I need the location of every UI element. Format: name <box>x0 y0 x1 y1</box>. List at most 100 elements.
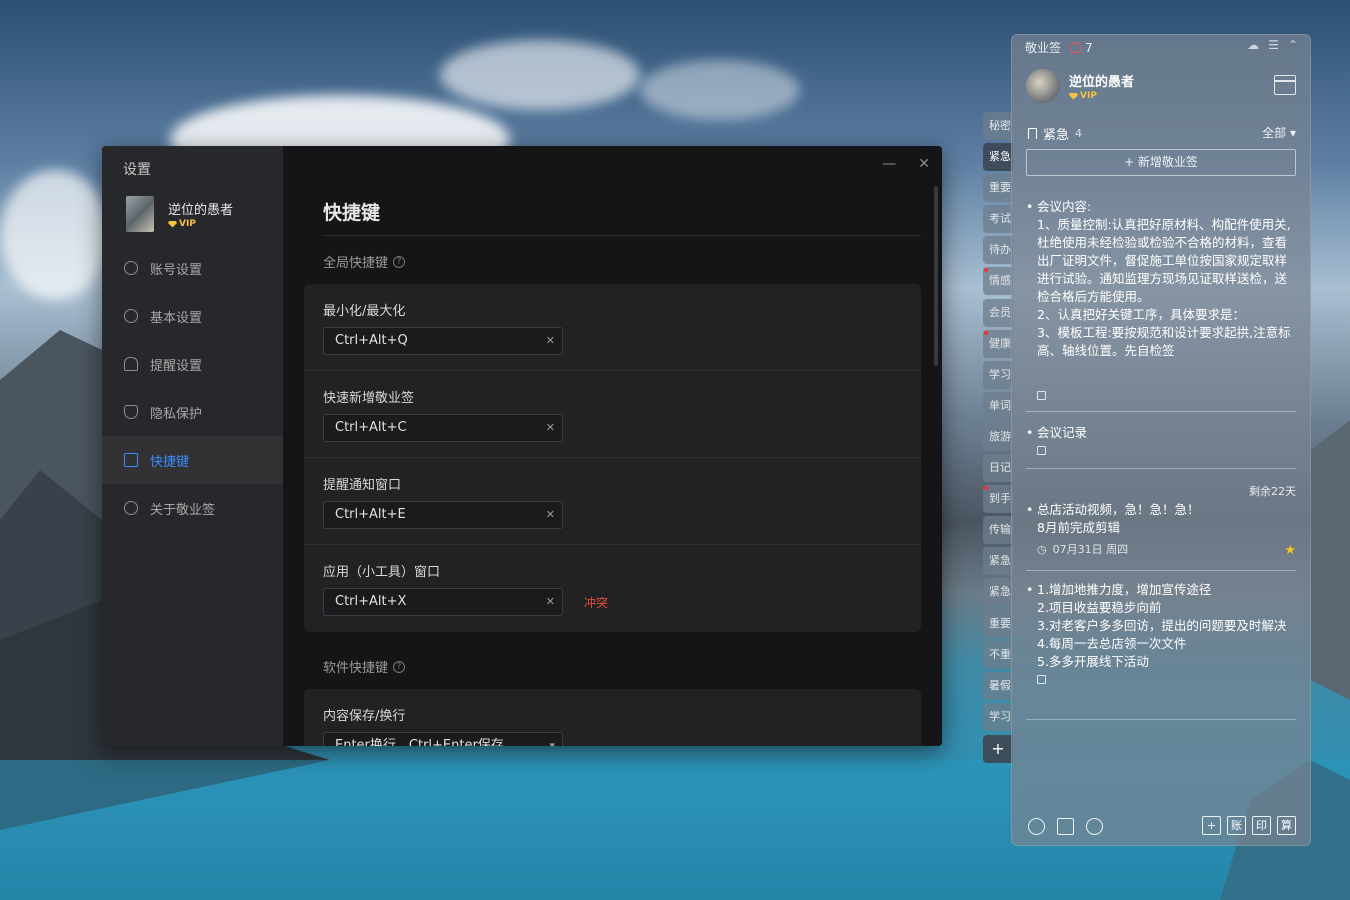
title-divider <box>323 235 921 236</box>
minimize-button[interactable]: — <box>882 156 896 172</box>
shortcut-value: Ctrl+Alt+Q <box>335 333 408 348</box>
ledger-button[interactable]: 账 <box>1227 816 1246 835</box>
nav-item-basic[interactable]: 基本设置 <box>102 292 283 340</box>
category-tab[interactable]: 紧急 <box>983 578 1013 607</box>
shortcut-label: 最小化/最大化 <box>323 304 406 319</box>
help-icon[interactable]: ? <box>393 660 406 673</box>
software-shortcuts-heading: 软件快捷键 ? <box>323 657 406 676</box>
category-tab[interactable]: 学习 <box>983 360 1013 389</box>
help-icon[interactable]: ? <box>393 255 406 268</box>
shortcut-input[interactable]: Ctrl+Alt+X ✕ <box>323 588 563 616</box>
collapse-icon[interactable]: ⌃ <box>1288 38 1298 52</box>
clear-icon[interactable]: ✕ <box>546 589 555 615</box>
shortcut-row: 最小化/最大化 Ctrl+Alt+Q ✕ <box>304 284 921 371</box>
shortcut-label: 应用（小工具）窗口 <box>323 565 441 580</box>
calendar-icon[interactable] <box>1274 75 1296 95</box>
add-tool-button[interactable]: + <box>1202 816 1221 835</box>
category-tab-label: 单词 <box>989 398 1011 412</box>
nav-label: 账号设置 <box>150 262 203 278</box>
clear-icon[interactable]: ✕ <box>546 415 555 441</box>
settings-window: 设置 逆位的愚者 VIP 账号设置 基本设置 提醒设置 隐私保护 快捷键 关于敬… <box>102 146 942 746</box>
lock-icon <box>1037 391 1046 400</box>
cloud-icon[interactable]: ☁ <box>1247 38 1259 52</box>
checklist-icon[interactable] <box>1057 818 1074 835</box>
category-tab[interactable]: 考试 <box>983 205 1013 234</box>
category-tab[interactable]: 到手 <box>983 485 1013 514</box>
note-divider <box>1026 570 1296 571</box>
notes-panel: 敬业签 7 ☁ ☰ ⌃ 逆位的愚者 VIP 紧急 4 全部 ▾ + 新增敬业签 … <box>1011 34 1311 846</box>
menu-icon[interactable]: ☰ <box>1268 38 1279 52</box>
nav-label: 提醒设置 <box>150 358 203 374</box>
category-tab[interactable]: 待办 <box>983 236 1013 265</box>
category-tab[interactable]: 重要 <box>983 174 1013 203</box>
nav-item-shortcuts[interactable]: 快捷键 <box>102 436 283 484</box>
nav-item-account[interactable]: 账号设置 <box>102 244 283 292</box>
category-tab[interactable]: 传输 <box>983 516 1013 545</box>
star-icon[interactable]: ★ <box>1284 543 1296 558</box>
shortcut-input[interactable]: Ctrl+Alt+C ✕ <box>323 414 563 442</box>
category-tab[interactable]: 日记 <box>983 454 1013 483</box>
category-tab-label: 秘密 <box>989 119 1011 132</box>
note-item[interactable]: 会议记录 <box>1026 424 1296 455</box>
category-tab[interactable]: 紧急 <box>983 547 1013 576</box>
date-label: 07月31日 周四 <box>1052 543 1129 556</box>
notes-user-profile[interactable]: 逆位的愚者 VIP <box>1026 69 1134 103</box>
category-tab[interactable]: 会员 <box>983 298 1013 327</box>
category-tab[interactable]: 暑假 <box>983 671 1013 700</box>
category-tab[interactable]: 重要 <box>983 609 1013 638</box>
close-button[interactable]: ✕ <box>918 156 930 172</box>
note-item[interactable]: 会议内容: 1、质量控制:认真把好原材料、构配件使用关,杜绝使用未经检验或检验不… <box>1026 198 1296 382</box>
bell-icon[interactable] <box>1071 42 1082 53</box>
shortcut-input[interactable]: Ctrl+Alt+E ✕ <box>323 501 563 529</box>
settings-content: — ✕ 快捷键 全局快捷键 ? 最小化/最大化 Ctrl+Alt+Q ✕ 快速新增… <box>283 146 942 746</box>
shortcut-label: 提醒通知窗口 <box>323 478 402 493</box>
category-tab-label: 学习 <box>989 367 1011 381</box>
category-tab[interactable]: 健康 <box>983 329 1013 358</box>
flag-icon <box>1028 128 1037 139</box>
vip-label: VIP <box>1080 91 1097 101</box>
category-tabs: 秘密 紧急 重要 考试 待办 情感 会员 健康 学习 单词 旅游 日记 到手 传输 紧急 紧急 重要 不重 暑假 学习… <box>983 112 1013 763</box>
category-tab-label: 不重 <box>989 647 1011 661</box>
dropdown-icon[interactable]: ▾ <box>549 733 555 746</box>
shortcut-input[interactable]: Enter换行，Ctrl+Enter保存 ▾ <box>323 732 563 746</box>
add-category-button[interactable]: + <box>983 734 1013 763</box>
print-button[interactable]: 印 <box>1252 816 1271 835</box>
avatar <box>126 196 154 232</box>
vip-label: VIP <box>179 219 196 229</box>
shortcut-input[interactable]: Ctrl+Alt+Q ✕ <box>323 327 563 355</box>
note-text: 会议内容: 1、质量控制:认真把好原材料、构配件使用关,杜绝使用未经检验或检验不… <box>1026 198 1296 360</box>
clear-icon[interactable]: ✕ <box>546 328 555 354</box>
shortcut-label: 内容保存/换行 <box>323 709 406 724</box>
nav-item-privacy[interactable]: 隐私保护 <box>102 388 283 436</box>
notes-header-controls: ☁ ☰ ⌃ <box>1247 38 1298 52</box>
clear-icon[interactable]: ✕ <box>546 502 555 528</box>
gear-icon <box>124 309 138 323</box>
shortcut-row: 内容保存/换行 Enter换行，Ctrl+Enter保存 ▾ <box>304 689 921 746</box>
clock-icon[interactable] <box>1028 818 1045 835</box>
calculator-button[interactable]: 算 <box>1277 816 1296 835</box>
search-icon[interactable] <box>1086 818 1103 835</box>
user-icon <box>124 261 138 275</box>
nav-item-reminder[interactable]: 提醒设置 <box>102 340 283 388</box>
filter-dropdown[interactable]: 全部 ▾ <box>1262 124 1296 141</box>
lock-icon <box>1037 675 1046 684</box>
category-tab[interactable]: 旅游 <box>983 422 1013 451</box>
category-tab[interactable]: 紧急 <box>983 143 1013 172</box>
reminder-count: 7 <box>1085 40 1093 55</box>
software-shortcuts-card: 内容保存/换行 Enter换行，Ctrl+Enter保存 ▾ <box>304 689 921 746</box>
add-note-button[interactable]: + 新增敬业签 <box>1026 149 1296 176</box>
category-tab[interactable]: 单词 <box>983 391 1013 420</box>
settings-user-profile[interactable]: 逆位的愚者 VIP <box>126 196 233 232</box>
category-tab[interactable]: 秘密 <box>983 112 1013 140</box>
category-tab[interactable]: 不重 <box>983 640 1013 669</box>
note-item[interactable]: 总店活动视频，急！急！急！ 8月前完成剪辑 ◷ 07月31日 周四 <box>1026 501 1296 559</box>
nav-item-about[interactable]: 关于敬业签 <box>102 484 283 532</box>
scrollbar[interactable] <box>934 186 938 366</box>
vip-gem-icon <box>168 220 177 228</box>
category-tab[interactable]: 情感 <box>983 267 1013 296</box>
category-tab-label: 重要 <box>989 616 1011 630</box>
note-text: 总店活动视频，急！急！急！ 8月前完成剪辑 <box>1026 501 1296 537</box>
category-tab[interactable]: 学习 <box>983 702 1013 731</box>
note-item[interactable]: 1.增加地推力度，增加宣传途径 2.项目收益要稳步向前 3.对老客户多多回访，提… <box>1026 581 1296 684</box>
category-tab-label: 学习 <box>989 709 1011 723</box>
